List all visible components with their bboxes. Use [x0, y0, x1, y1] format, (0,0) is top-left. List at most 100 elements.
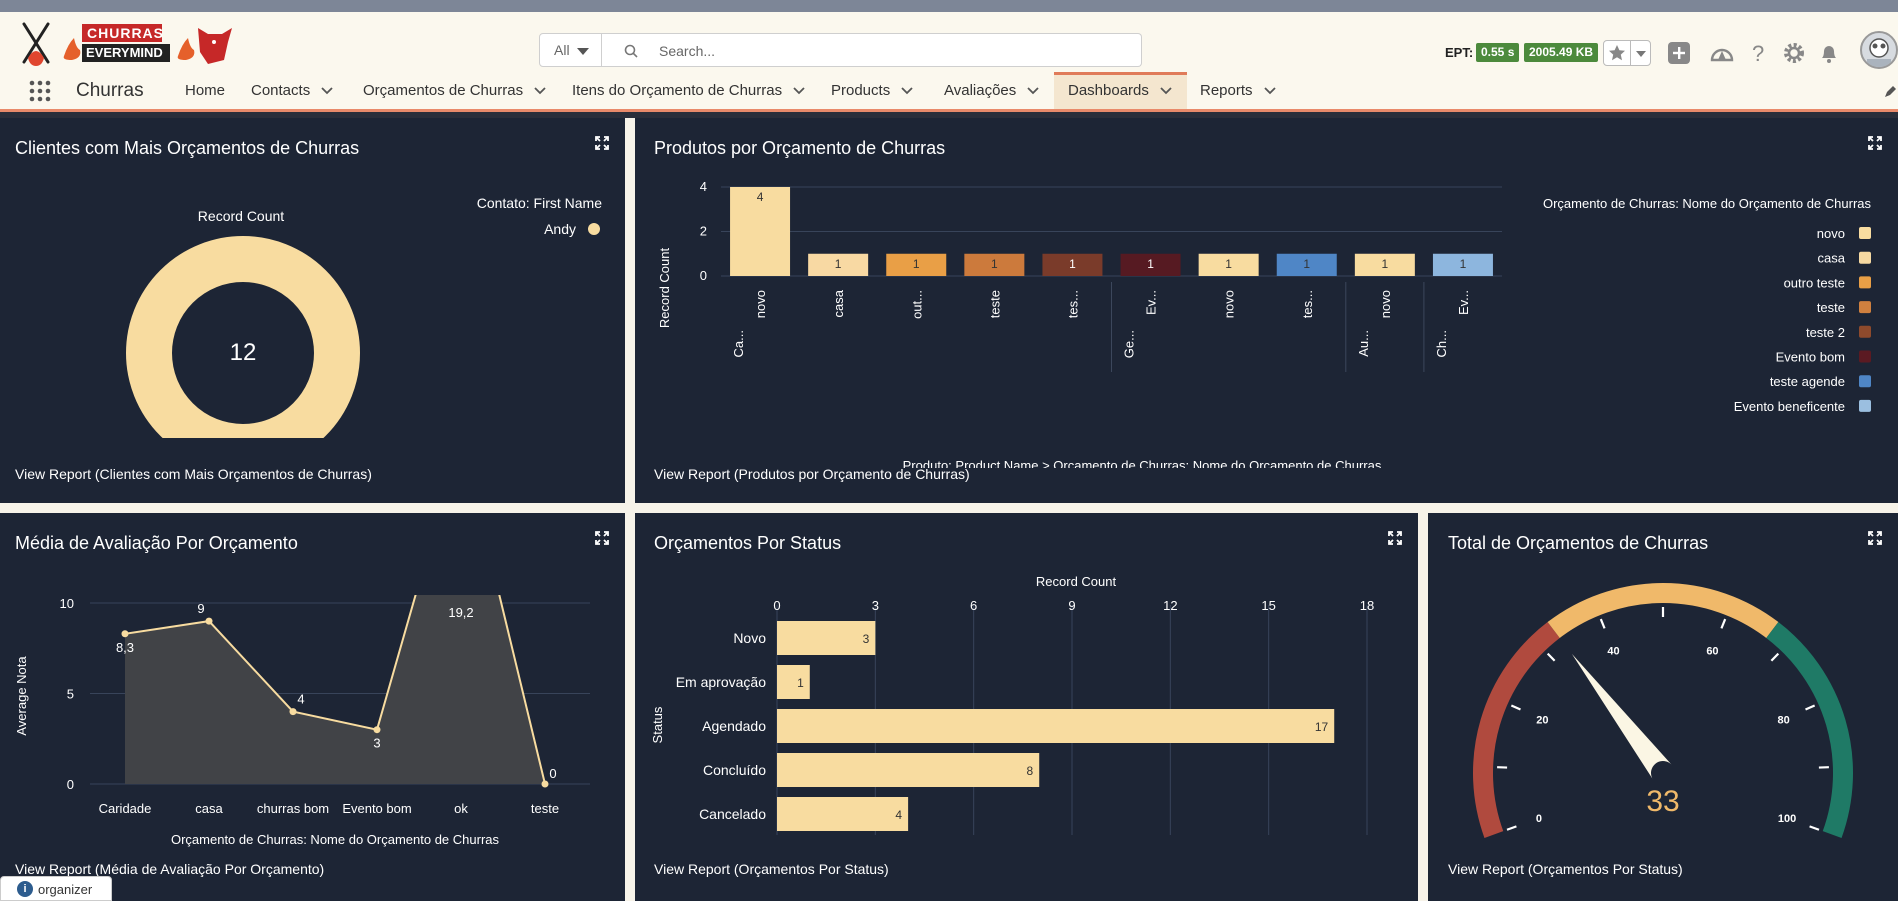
gauge-tick-label: 0 [1536, 813, 1542, 825]
global-search[interactable] [602, 33, 1142, 67]
help-icon[interactable]: ? [1745, 40, 1771, 66]
dashboard-component-produtos: Produtos por Orçamento de Churras Record… [635, 118, 1898, 503]
chevron-down-icon[interactable] [1159, 86, 1173, 96]
nav-item-avaliacoes[interactable]: Avaliações [944, 72, 1040, 109]
donut-chart: Record Count 12 12 Contato: First Name A… [126, 195, 602, 438]
view-report-link[interactable]: View Report (Produtos por Orçamento de C… [654, 466, 970, 482]
nav-item-dashboards[interactable]: Dashboards [1054, 72, 1187, 109]
chevron-down-icon[interactable] [1631, 41, 1651, 65]
x-group-label: Ca... [731, 330, 746, 357]
legend-label: outro teste [1784, 275, 1845, 290]
chevron-down-icon[interactable] [900, 86, 914, 96]
data-point [121, 630, 129, 638]
nav-item-label: Avaliações [944, 82, 1017, 99]
chevron-down-icon[interactable] [533, 86, 547, 96]
gear-icon[interactable] [1781, 40, 1807, 66]
chevron-down-icon[interactable] [320, 86, 334, 96]
legend: novo casa outro teste teste teste 2 Evento bo… [1734, 226, 1871, 414]
y-tick-label: 2 [700, 224, 707, 239]
x-tick-label: novo [753, 290, 768, 318]
bar-data-label: 4 [757, 190, 764, 204]
gauge-tick [1720, 618, 1727, 629]
chevron-down-icon[interactable] [1026, 86, 1040, 96]
chevron-down-icon[interactable] [792, 86, 806, 96]
legend-label: teste [1817, 300, 1845, 315]
trailhead-icon[interactable] [1709, 40, 1735, 66]
view-report-link[interactable]: View Report (Média de Avaliação Por Orça… [15, 861, 324, 877]
legend-title: Contato: First Name [477, 195, 602, 211]
info-icon: i [17, 881, 33, 897]
global-header: CHURRAS EVERYMIND All EPT: 0.55 s 2005.4… [0, 12, 1898, 72]
gauge-tick-label: 20 [1536, 714, 1548, 726]
nav-item-contacts[interactable]: Contacts [251, 72, 334, 109]
view-report-link[interactable]: View Report (Orçamentos Por Status) [1448, 861, 1683, 877]
edit-nav-icon[interactable] [1884, 86, 1896, 98]
x-tick-label: 15 [1261, 598, 1275, 613]
bar-chart: Record Count Produto: Product Name > Orç… [657, 179, 1872, 468]
x-tick-label: teste [987, 290, 1002, 318]
data-label: 8,3 [116, 640, 134, 655]
bar-data-label: 4 [895, 808, 902, 822]
nav-item-reports[interactable]: Reports [1200, 72, 1277, 109]
logo-text-top: CHURRAS [87, 25, 164, 41]
x-group-label: Ch... [1434, 330, 1449, 357]
bar-data-label: 1 [913, 257, 920, 271]
legend-label: teste 2 [1806, 325, 1845, 340]
organizer-tab[interactable]: i organizer [0, 876, 112, 901]
bars: 3 Novo 1 Em aprovação 17 Agendado 8 Concluído 4 C… [676, 621, 1335, 831]
gauge-band [1766, 622, 1853, 838]
app-logo[interactable]: CHURRAS EVERYMIND [18, 18, 238, 70]
data-label: 19,2 [448, 605, 473, 620]
data-label: 4 [297, 692, 304, 707]
bar-data-label: 1 [1225, 257, 1232, 271]
legend-title: Orçamento de Churras: Nome do Orçamento … [1543, 196, 1872, 211]
search-input[interactable] [657, 40, 1121, 62]
bar-data-label: 1 [1303, 257, 1310, 271]
legend-swatch [1859, 227, 1871, 239]
gauge-tick [1805, 704, 1816, 711]
bell-icon[interactable] [1816, 40, 1842, 66]
nav-item-home[interactable]: Home [185, 72, 225, 109]
star-icon[interactable] [1605, 41, 1629, 65]
gauge-tick [1599, 618, 1606, 629]
nav-item-itens-orcamento[interactable]: Itens do Orçamento de Churras [572, 72, 806, 109]
data-point [541, 780, 549, 788]
x-tick-label: 18 [1360, 598, 1374, 613]
legend-swatch [1859, 301, 1871, 314]
nav-item-products[interactable]: Products [831, 72, 914, 109]
add-icon[interactable] [1666, 40, 1692, 66]
x-tick-label: 9 [1068, 598, 1075, 613]
y-axis-label: Record Count [657, 248, 672, 329]
nav-item-label: Dashboards [1068, 82, 1149, 99]
search-scope-select[interactable]: All [539, 33, 602, 67]
nav-item-label: Orçamentos de Churras [363, 82, 524, 99]
horizontal-bar-chart: Record Count Status 0 3 6 9 12 15 18 3 Novo 1 Em … [650, 574, 1374, 835]
y-tick-label: Agendado [702, 718, 766, 734]
app-launcher-icon[interactable] [28, 79, 52, 103]
data-label: 3 [373, 736, 380, 751]
x-group-label: Au... [1356, 330, 1371, 357]
y-tick-label: 5 [67, 687, 74, 702]
y-tick-label: 4 [700, 179, 707, 194]
gauge-tick [1770, 652, 1780, 662]
bar-data-label: 1 [991, 257, 998, 271]
bar-data-label: 1 [1460, 257, 1467, 271]
view-report-link[interactable]: View Report (Orçamentos Por Status) [654, 861, 889, 877]
data-point [205, 617, 213, 625]
chevron-down-icon[interactable] [1263, 86, 1277, 96]
search-icon [624, 44, 638, 63]
dashboard-component-clientes: Clientes com Mais Orçamentos de Churras … [0, 118, 625, 503]
x-tick-label: out... [909, 290, 924, 319]
x-tick-label: Caridade [99, 801, 152, 816]
nav-item-orcamentos[interactable]: Orçamentos de Churras [363, 72, 547, 109]
area-series [124, 595, 546, 785]
view-report-link[interactable]: View Report (Clientes com Mais Orçamento… [15, 466, 372, 482]
bar-data-label: 8 [1027, 764, 1034, 778]
favorites-button[interactable] [1603, 40, 1651, 66]
avatar[interactable] [1860, 31, 1898, 69]
legend-label: casa [1818, 251, 1846, 266]
ept-size-badge: 2005.49 KB [1524, 43, 1599, 62]
x-axis-label: Produto: Product Name > Orçamento de Chu… [903, 458, 1382, 468]
legend-swatch [1859, 399, 1871, 412]
bar-data-label: 1 [1382, 257, 1389, 271]
